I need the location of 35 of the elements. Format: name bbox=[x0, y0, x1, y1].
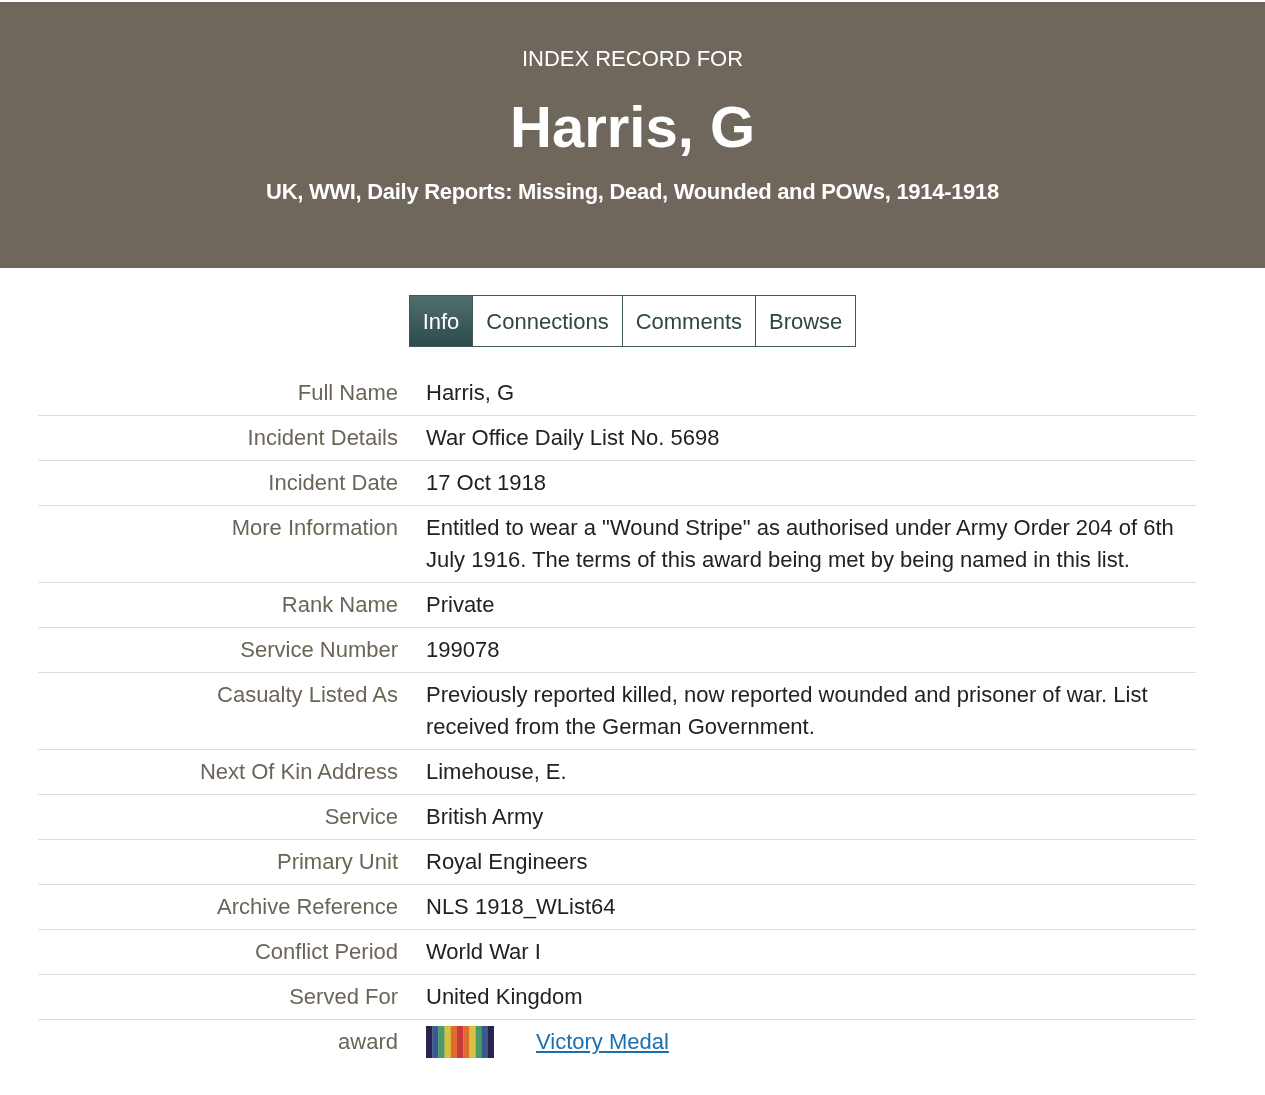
field-value: 17 Oct 1918 bbox=[426, 469, 547, 497]
field-value: NLS 1918_WList64 bbox=[426, 893, 617, 921]
record-name: Harris, G bbox=[510, 93, 755, 161]
field-label: Archive Reference bbox=[216, 893, 398, 921]
field-label: Incident Date bbox=[267, 469, 398, 497]
field-label: Casualty Listed As bbox=[216, 681, 398, 709]
award-link[interactable]: Victory Medal bbox=[536, 1026, 669, 1058]
field-value: World War I bbox=[426, 938, 542, 966]
field-value: United Kingdom bbox=[426, 983, 584, 1011]
field-label: Service Number bbox=[239, 636, 398, 664]
field-label: More Information bbox=[230, 514, 398, 542]
tab[interactable]: Connections bbox=[472, 295, 623, 347]
tab[interactable]: Browse bbox=[755, 295, 857, 347]
header-eyebrow: INDEX RECORD FOR bbox=[521, 46, 744, 72]
field-label: Primary Unit bbox=[276, 848, 398, 876]
field-value: Private bbox=[426, 591, 496, 619]
field-value: Previously reported killed, now reported wounded and prisoner of war. List received from the German Government. bbox=[426, 681, 1149, 741]
field-value: 199078 bbox=[426, 636, 501, 664]
field-label: Incident Details bbox=[246, 424, 398, 452]
field-label: Conflict Period bbox=[253, 938, 398, 966]
field-value: War Office Daily List No. 5698 bbox=[426, 424, 721, 452]
field-value: Limehouse, E. bbox=[426, 758, 568, 786]
collection-title: UK, WWI, Daily Reports: Missing, Dead, Wounded and POWs, 1914-1918 bbox=[266, 178, 999, 206]
tab[interactable]: Comments bbox=[621, 295, 756, 347]
field-value: British Army bbox=[426, 803, 545, 831]
field-value: Entitled to wear a "Wound Stripe" as authorised under Army Order 204 of 6th July 1916. The terms of this award being met by being named in this list. bbox=[426, 514, 1175, 574]
field-label: Rank Name bbox=[280, 591, 398, 619]
field-label: Service bbox=[323, 803, 398, 831]
field-value: Harris, G bbox=[426, 379, 515, 407]
tab[interactable]: Info bbox=[408, 295, 474, 347]
field-label: Next Of Kin Address bbox=[198, 758, 398, 786]
field-label: Served For bbox=[288, 983, 398, 1011]
field-value: Royal Engineers bbox=[426, 848, 589, 876]
field-label: award bbox=[337, 1028, 398, 1056]
field-label: Full Name bbox=[296, 379, 398, 407]
